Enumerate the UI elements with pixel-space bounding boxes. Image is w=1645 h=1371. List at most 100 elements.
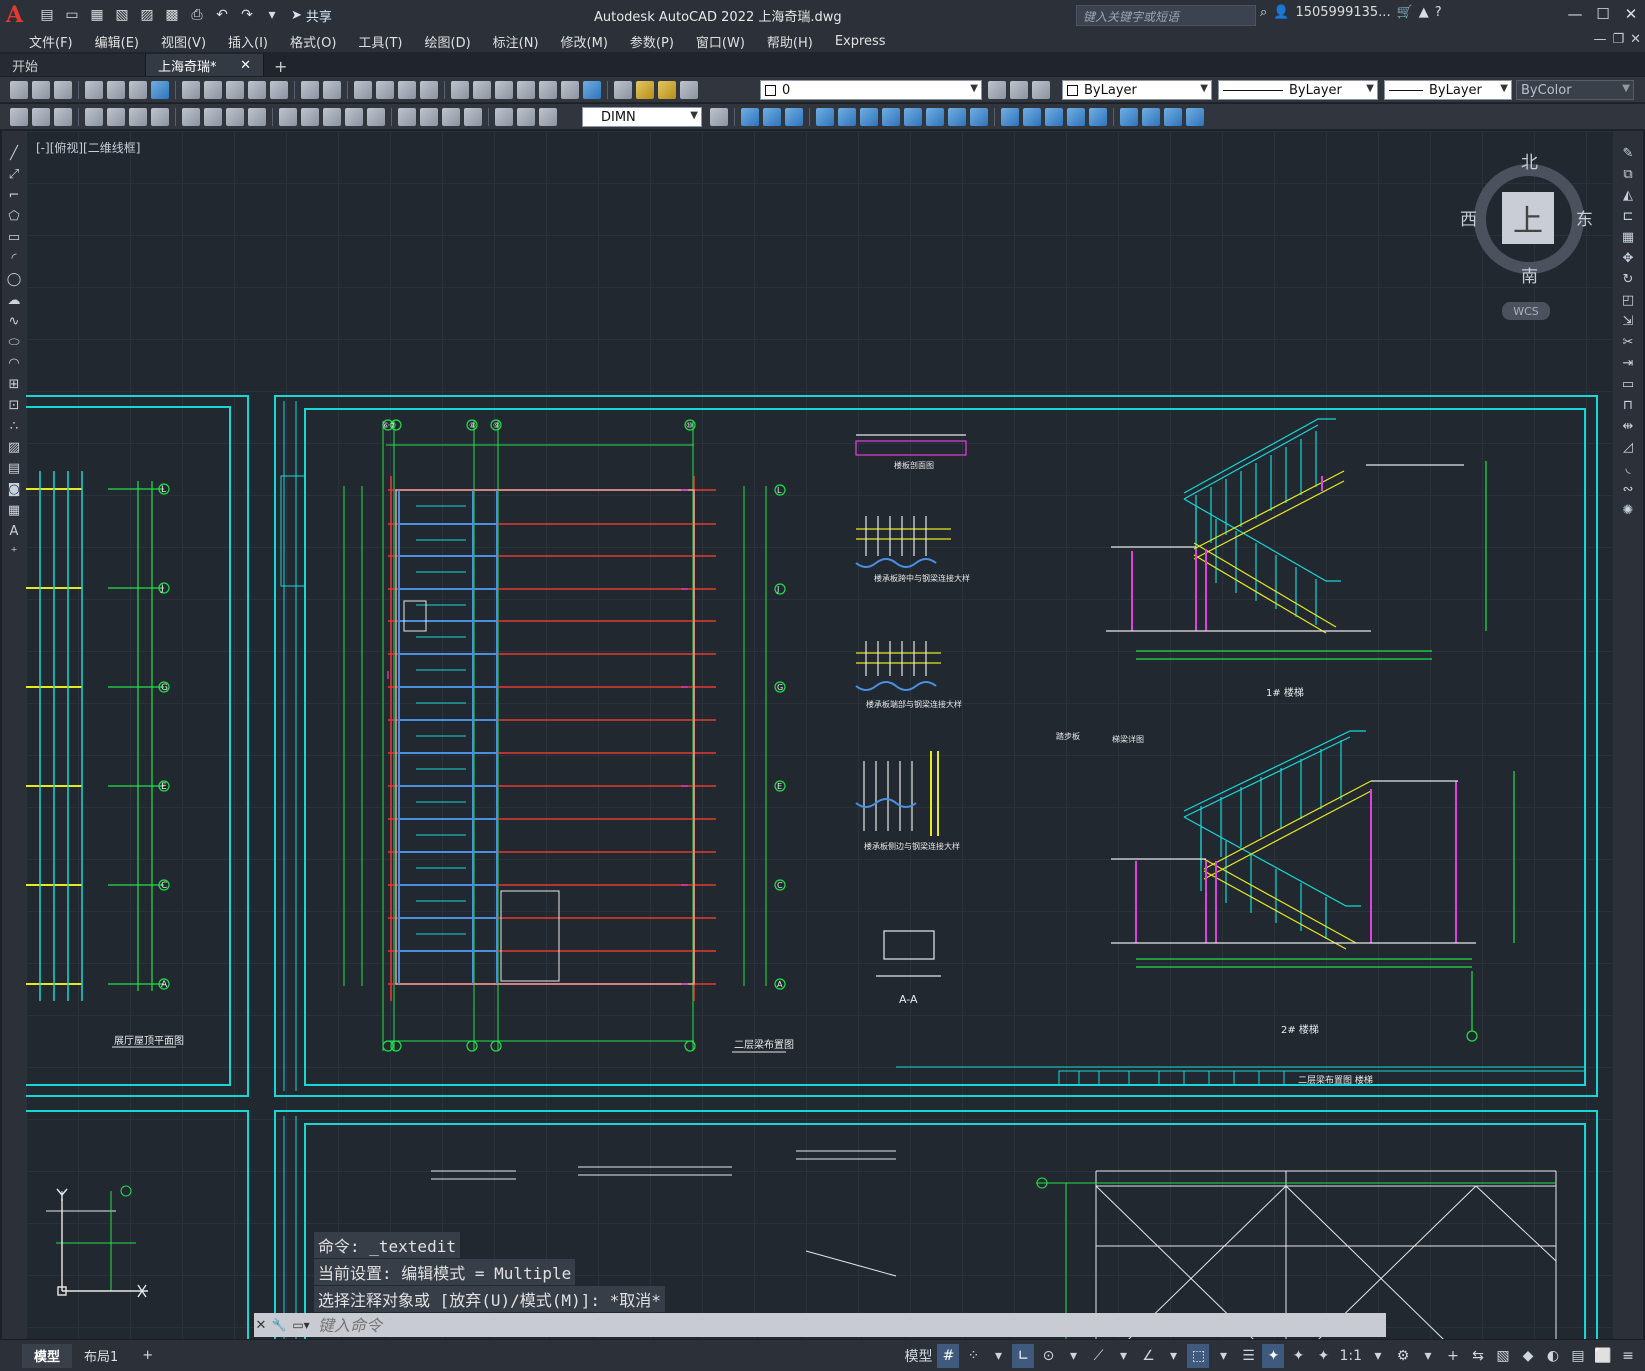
polar-icon[interactable]: ⊙ <box>1037 1344 1059 1368</box>
tb-workspace2-icon[interactable] <box>32 107 50 126</box>
viewcube-top-face[interactable]: 上 <box>1502 192 1554 244</box>
dim-aligned-icon[interactable] <box>107 107 125 126</box>
dim-jogged-linear-icon[interactable] <box>464 107 482 126</box>
dim-arc-icon[interactable] <box>129 107 147 126</box>
compass-south[interactable]: 南 <box>1521 262 1538 287</box>
undo-icon[interactable]: ↶ <box>211 4 233 26</box>
menu-modify[interactable]: 修改(M) <box>550 32 619 51</box>
menu-express[interactable]: Express <box>824 34 897 49</box>
rotate-side-icon[interactable]: ↻ <box>1620 271 1636 288</box>
autodesk-a360-icon[interactable]: ▲ <box>1419 5 1429 20</box>
chevron-down-icon[interactable]: ▾ <box>1367 1344 1389 1368</box>
tb-zoom-realtime-icon[interactable] <box>376 80 394 99</box>
qat-dropdown-icon[interactable]: ▾ <box>261 4 283 26</box>
menu-window[interactable]: 窗口(W) <box>685 32 756 51</box>
polygon-icon[interactable]: ⬠ <box>6 208 22 225</box>
tb-cut-icon[interactable] <box>182 80 200 99</box>
tb-plot-icon[interactable] <box>85 80 103 99</box>
command-customize-icon[interactable]: 🔧 <box>268 1315 290 1335</box>
tb-publish-icon[interactable] <box>129 80 147 99</box>
dim-continue-icon[interactable] <box>323 107 341 126</box>
help-icon[interactable]: ? <box>1435 5 1442 20</box>
join-side-icon[interactable]: ⇹ <box>1620 418 1636 435</box>
tab-layout1[interactable]: 布局1 <box>72 1344 130 1368</box>
add-layout-button[interactable]: + <box>130 1344 165 1368</box>
compass-north[interactable]: 北 <box>1521 148 1538 173</box>
join-icon[interactable] <box>1023 108 1041 126</box>
cart-icon[interactable]: 🛒 <box>1397 5 1413 20</box>
grid-icon[interactable]: # <box>937 1344 960 1368</box>
menu-edit[interactable]: 编辑(E) <box>84 32 150 51</box>
ortho-icon[interactable]: ∟ <box>1012 1344 1035 1368</box>
command-input[interactable] <box>312 1315 1386 1335</box>
stretch-side-icon[interactable]: ⇲ <box>1620 313 1636 330</box>
viewcube[interactable]: 上 北 南 东 西 WCS <box>1460 153 1594 324</box>
blend-side-icon[interactable]: ∾ <box>1620 481 1636 498</box>
tb-layer-lock-icon[interactable] <box>680 80 698 99</box>
dimstyle-combobox[interactable]: DIMN ▼ <box>582 107 702 127</box>
menu-view[interactable]: 视图(V) <box>150 32 217 51</box>
autocad-logo-icon[interactable]: A <box>6 2 32 28</box>
menu-tools[interactable]: 工具(T) <box>347 32 413 51</box>
chamfer-side-icon[interactable]: ◿ <box>1620 439 1636 456</box>
maximize-icon[interactable]: ☐ <box>1589 0 1617 28</box>
tb-paste-icon[interactable] <box>226 80 244 99</box>
new-icon[interactable]: ▤ <box>36 4 58 26</box>
mirror-side-icon[interactable]: ◭ <box>1620 187 1636 204</box>
dim-diameter-icon[interactable] <box>226 107 244 126</box>
dim-inspect-icon[interactable] <box>442 107 460 126</box>
tb-properties-icon[interactable] <box>451 80 469 99</box>
menu-format[interactable]: 格式(O) <box>279 32 347 51</box>
pedit-icon[interactable] <box>1142 108 1160 126</box>
tb-tool-palettes-icon[interactable] <box>495 80 513 99</box>
chevron-down-icon[interactable]: ▾ <box>1162 1344 1184 1368</box>
arc-icon[interactable]: ◜ <box>6 250 22 267</box>
tb-redo-icon[interactable] <box>323 80 341 99</box>
array-side-icon[interactable]: ▦ <box>1620 229 1636 246</box>
object-snap-icon[interactable]: ⬚ <box>1187 1344 1210 1368</box>
fillet-icon[interactable] <box>1067 108 1085 126</box>
share-button[interactable]: ➤ 共享 <box>291 6 332 25</box>
add-selected-icon[interactable]: ⁺ <box>6 544 22 561</box>
tb-copy-icon[interactable] <box>204 80 222 99</box>
tb-pan-icon[interactable] <box>354 80 372 99</box>
tb-design-center-icon[interactable] <box>473 80 491 99</box>
gradient-icon[interactable]: ▤ <box>6 460 22 477</box>
command-history-toggle-icon[interactable]: ▭▾ <box>290 1315 312 1335</box>
dim-update-icon[interactable] <box>539 107 557 126</box>
tab-model[interactable]: 模型 <box>22 1343 73 1368</box>
menu-draw[interactable]: 绘图(D) <box>414 32 482 51</box>
dim-space-icon[interactable] <box>345 107 363 126</box>
chamfer-icon[interactable] <box>1045 108 1063 126</box>
tab-drawing[interactable]: 上海奇瑞* ✕ <box>146 54 264 76</box>
copy-object-icon[interactable] <box>763 108 781 126</box>
tb-markup-icon[interactable] <box>539 80 557 99</box>
mtext-icon[interactable]: A <box>6 523 22 540</box>
erase-side-icon[interactable]: ✎ <box>1620 145 1636 162</box>
lock-ui-icon[interactable]: ◆ <box>1517 1344 1539 1368</box>
tb-layer-properties-icon[interactable] <box>614 80 632 99</box>
open-icon[interactable]: ▭ <box>61 4 83 26</box>
trim-icon[interactable] <box>948 108 966 126</box>
compass-west[interactable]: 西 <box>1460 205 1477 230</box>
move-side-icon[interactable]: ✥ <box>1620 250 1636 267</box>
move-icon[interactable] <box>860 108 878 126</box>
tb-block-icon[interactable] <box>270 80 288 99</box>
tb-layer-state-icon[interactable] <box>1032 81 1050 99</box>
menu-parametric[interactable]: 参数(P) <box>619 32 685 51</box>
dim-center-icon[interactable] <box>420 107 438 126</box>
annotation-scale-icon[interactable]: ✦ <box>1312 1344 1334 1368</box>
tb-layer-on-icon[interactable] <box>636 80 654 99</box>
tb-new-icon[interactable] <box>10 80 28 99</box>
explode-side-icon[interactable]: ✺ <box>1620 502 1636 519</box>
tab-close-icon[interactable]: ✕ <box>240 58 251 73</box>
tb-calc-icon[interactable] <box>561 80 579 99</box>
offset-icon[interactable] <box>816 108 834 126</box>
chevron-down-icon[interactable]: ▾ <box>1212 1344 1234 1368</box>
erase-icon[interactable] <box>741 108 759 126</box>
ellipse-arc-icon[interactable]: ◠ <box>6 355 22 372</box>
clean-screen-icon[interactable]: ⬜ <box>1592 1344 1614 1368</box>
wcs-menu[interactable]: WCS <box>1502 302 1550 320</box>
point-icon[interactable]: ∴ <box>6 418 22 435</box>
stretch-icon[interactable] <box>926 108 944 126</box>
